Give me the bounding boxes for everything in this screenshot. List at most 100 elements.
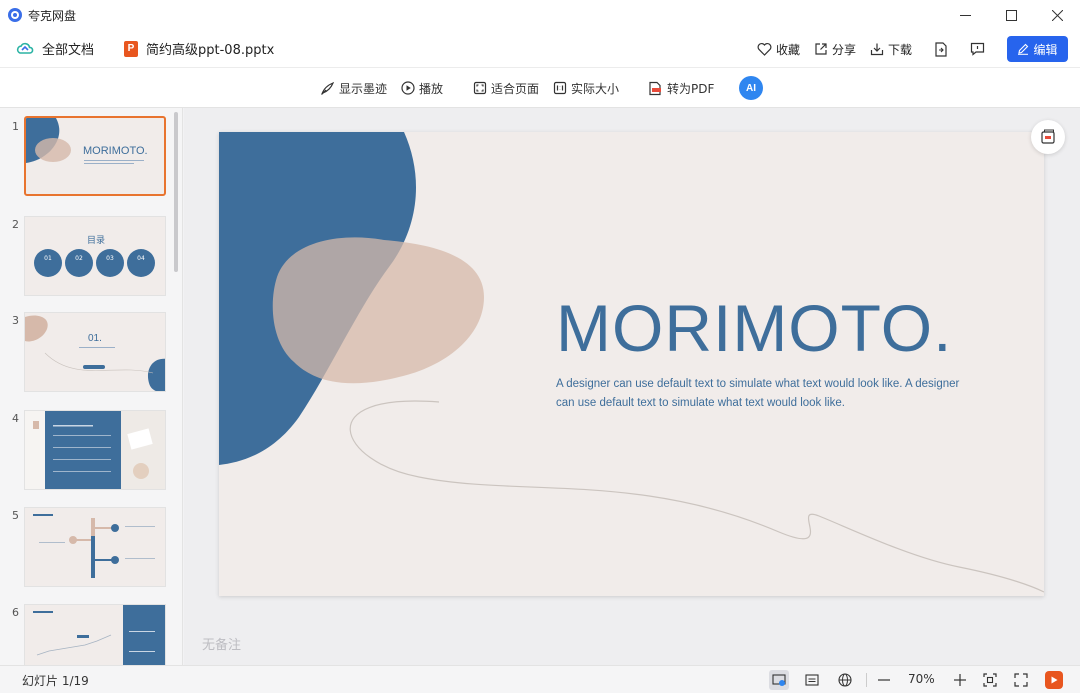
annotate-float-button[interactable] [1031,120,1065,154]
play-button[interactable]: 播放 [401,68,443,108]
normal-view-button[interactable] [769,670,789,690]
file-name: 简约高级ppt-08.pptx [146,43,275,58]
close-icon [1051,9,1063,21]
slide-thumb-6[interactable] [24,604,166,665]
actual-size-label: 实际大小 [571,81,620,96]
pptx-file-icon: P [124,40,139,57]
document-export-icon [935,41,947,57]
fullscreen-button[interactable] [1011,670,1031,690]
toc-circle-1: 01 [34,249,62,277]
slide-1-thumb-title: MORIMOTO. [83,145,148,157]
slide-number: 2 [12,218,19,231]
edit-button[interactable]: 编辑 [1007,36,1068,62]
download-icon [870,43,884,56]
language-button[interactable] [835,670,855,690]
slide-title: MORIMOTO. [556,291,953,365]
notes-placeholder[interactable]: 无备注 [202,634,241,653]
slide-3-thumb-title: 01. [88,333,102,344]
zoom-in-button[interactable] [950,670,970,690]
maximize-icon [1005,9,1017,21]
globe-icon [838,673,852,687]
zoom-out-button[interactable] [874,670,894,690]
normal-view-icon [772,674,786,686]
status-divider [866,673,867,687]
share-button[interactable]: 分享 [814,41,856,58]
slideshow-play-button[interactable] [1045,671,1063,689]
ink-pen-icon [321,81,335,95]
slide-number: 1 [12,120,19,133]
current-slide: MORIMOTO. A designer can use default tex… [219,132,1044,596]
cloud-icon[interactable] [16,40,34,58]
favorite-button[interactable]: 收藏 [757,41,800,58]
slide-subtitle: A designer can use default text to simul… [556,378,960,409]
app-title: 夸克网盘 [28,8,77,23]
edit-label: 编辑 [1033,42,1058,57]
close-button[interactable] [1034,0,1080,30]
play-label: 播放 [419,81,444,96]
slide-thumbnail-panel: 1 MORIMOTO. 2 目录 01 02 03 04 3 01. 4 5 6 [0,108,183,665]
share-icon [815,43,827,55]
view-toolbar: 显示墨迹 播放 适合页面 实际大小 转为PDF AI [0,68,1080,108]
play-icon [1051,676,1058,684]
toc-circle-3: 03 [96,249,124,277]
slide-4-thumb-graphic [33,411,165,489]
minimize-icon [959,14,971,16]
slide-2-thumb-title: 目录 [87,236,106,246]
convert-pdf-button[interactable]: 转为PDF [648,68,714,108]
document-header: 全部文档 P 简约高级ppt-08.pptx 收藏 分享 下载 编辑 [0,30,1080,68]
plus-icon [954,674,966,686]
download-label: 下载 [887,42,912,57]
fullscreen-icon [1014,673,1028,687]
title-bar: 夸克网盘 [0,0,1080,30]
slide-thumb-1[interactable]: MORIMOTO. [24,116,166,196]
slide-number: 6 [12,606,19,619]
status-bar: 幻灯片 1/19 70% [0,665,1080,693]
fit-screen-button[interactable] [980,670,1000,690]
slide-number: 5 [12,509,19,522]
show-ink-label: 显示墨迹 [339,81,388,96]
pdf-convert-icon [649,81,661,95]
minimize-button[interactable] [942,0,988,30]
all-docs-link[interactable]: 全部文档 [42,39,94,58]
zoom-level: 70% [908,672,935,686]
share-label: 分享 [831,42,856,57]
toc-circle-2: 02 [65,249,93,277]
heart-icon [757,43,772,56]
show-ink-button[interactable]: 显示墨迹 [320,68,387,108]
fit-page-label: 适合页面 [491,81,540,96]
fit-page-icon [473,81,487,95]
export-button[interactable] [934,41,948,57]
slide-6-thumb-graphic [33,605,165,665]
notes-view-button[interactable] [802,670,822,690]
favorite-label: 收藏 [775,42,800,57]
maximize-button[interactable] [988,0,1034,30]
slide-edit-icon [1041,129,1055,144]
header-actions: 收藏 分享 下载 编辑 [743,30,1068,68]
quark-logo-icon [8,8,22,22]
minus-icon [878,679,890,681]
slide-thumb-3[interactable]: 01. [24,312,166,392]
thin-line-shape [349,400,1044,593]
header-left: 全部文档 P 简约高级ppt-08.pptx [0,39,274,58]
beige-blob-shape [272,237,484,384]
slide-thumb-2[interactable]: 目录 01 02 03 04 [24,216,166,296]
slide-counter: 幻灯片 1/19 [22,674,89,688]
slide-thumb-4[interactable] [24,410,166,490]
comment-icon [970,42,985,56]
slide-thumb-5[interactable] [24,507,166,587]
actual-size-button[interactable]: 实际大小 [553,68,619,108]
download-button[interactable]: 下载 [870,41,912,58]
fit-screen-icon [983,673,997,687]
slide-5-thumb-graphic [33,514,155,578]
fit-page-button[interactable]: 适合页面 [473,68,539,108]
sidebar-scrollbar[interactable] [174,112,178,272]
convert-pdf-label: 转为PDF [667,81,715,96]
pencil-icon [1018,43,1029,55]
comment-button[interactable] [970,42,985,56]
play-circle-icon [401,81,415,95]
slide-viewer: MORIMOTO. A designer can use default tex… [184,108,1080,665]
notes-view-icon [805,674,819,686]
ai-assistant-button[interactable]: AI [739,76,763,100]
window-controls [942,0,1080,30]
toc-circle-4: 04 [127,249,155,277]
